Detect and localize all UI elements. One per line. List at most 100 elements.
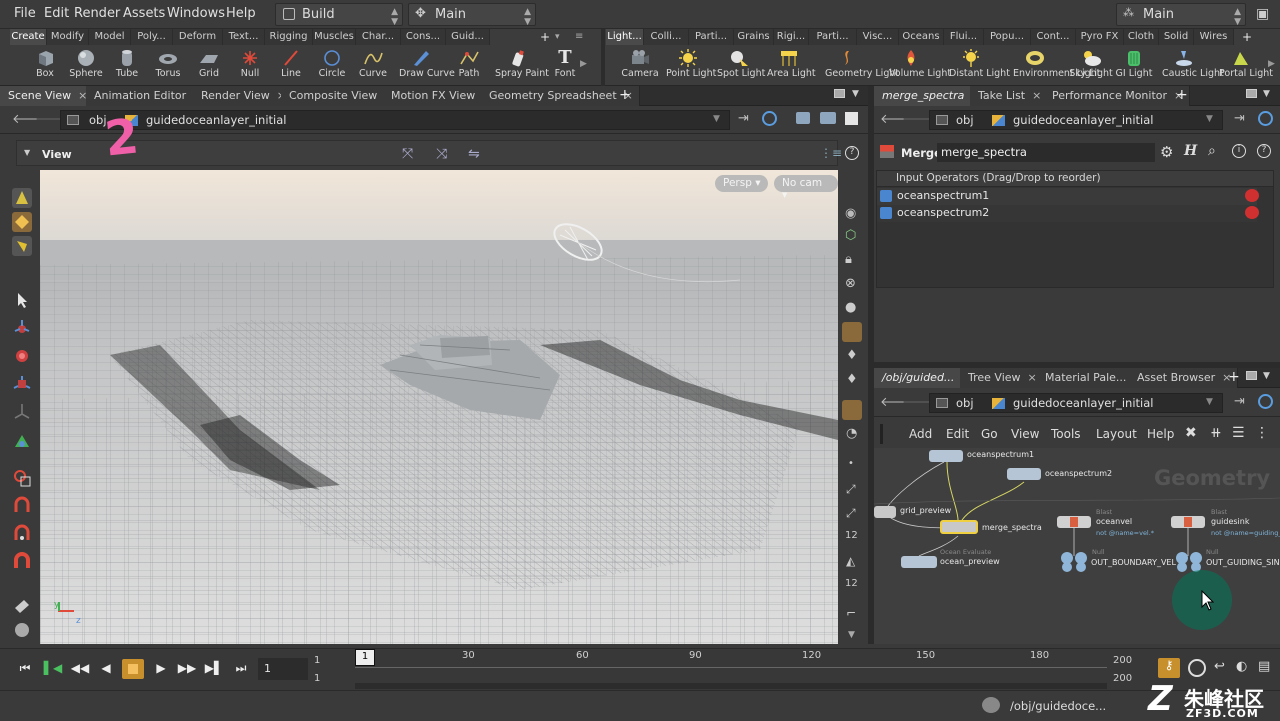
pose-handle-icon[interactable]: [12, 432, 32, 452]
loop-icon[interactable]: ↩: [1214, 659, 1225, 674]
volume-light-tool[interactable]: Volume Light: [889, 47, 951, 85]
gi-light-tool[interactable]: GI Light: [1112, 47, 1156, 85]
shelf-tab-text[interactable]: Text...: [223, 29, 265, 45]
view-menu[interactable]: View: [42, 148, 72, 161]
prev-key-button[interactable]: ◀◀: [69, 659, 91, 679]
shelf-tab-flui[interactable]: Flui...: [944, 29, 984, 45]
point-display-icon[interactable]: •: [848, 458, 854, 469]
chevron-down-icon[interactable]: ▼: [1263, 89, 1270, 99]
tab-geometry-spreadsheet[interactable]: Geometry Spreadsheet ×: [481, 86, 640, 106]
prim-normal-icon[interactable]: ⤢: [846, 506, 856, 521]
settings-icon[interactable]: ▤: [1258, 659, 1270, 674]
chevron-down-icon[interactable]: ▼: [1206, 397, 1213, 407]
move-tool-icon[interactable]: [12, 318, 32, 338]
shelf-tab-colli[interactable]: Colli...: [644, 29, 689, 45]
menu-render[interactable]: Render: [74, 6, 120, 21]
path-node[interactable]: guidedoceanlayer_initial: [1013, 396, 1153, 410]
shelf-tab-deform[interactable]: Deform: [173, 29, 223, 45]
play-button[interactable]: ▶: [150, 659, 172, 679]
lighting-icon[interactable]: [842, 322, 862, 342]
sphere-tool[interactable]: Sphere: [64, 47, 108, 85]
menu-help[interactable]: Help: [1147, 427, 1174, 441]
global-end[interactable]: 200: [1113, 673, 1132, 684]
link-icon[interactable]: [1258, 394, 1273, 409]
shading-icon[interactable]: [842, 400, 862, 420]
light-bulb-icon[interactable]: ♦: [846, 348, 858, 363]
null-tool[interactable]: Null: [228, 47, 272, 85]
link-icon[interactable]: [1258, 111, 1273, 126]
select-brush-icon[interactable]: [12, 188, 32, 208]
help-icon[interactable]: ?: [845, 146, 859, 160]
line-tool[interactable]: Line: [269, 47, 313, 85]
wrench-icon[interactable]: ✖: [1185, 425, 1197, 441]
path-node[interactable]: guidedoceanlayer_initial: [1013, 113, 1153, 127]
jump-start-button[interactable]: ⏮: [14, 659, 36, 679]
spray-paint-tool[interactable]: Spray Paint: [495, 47, 549, 85]
cube-icon[interactable]: [796, 112, 810, 124]
menu-add[interactable]: Add: [909, 427, 932, 441]
snap-prim-icon[interactable]: [12, 496, 32, 516]
circle-tool[interactable]: Circle: [310, 47, 354, 85]
chevron-down-icon[interactable]: ▼: [1263, 371, 1270, 381]
timeline-track[interactable]: [355, 667, 1107, 668]
jump-end-button[interactable]: ⏭: [230, 659, 252, 679]
shelf-tab-cloth[interactable]: Cloth: [1124, 29, 1159, 45]
range-slider[interactable]: [355, 683, 1107, 689]
menu-layout[interactable]: Layout: [1096, 427, 1137, 441]
background-icon[interactable]: [845, 112, 858, 125]
shelf-tab-cont[interactable]: Cont...: [1031, 29, 1076, 45]
help-icon[interactable]: ?: [1257, 144, 1271, 158]
play-reverse-button[interactable]: ◀: [95, 659, 117, 679]
node-out-guiding-sink[interactable]: [1175, 552, 1203, 572]
point-light-tool[interactable]: Point Light: [666, 47, 716, 85]
camera-menu[interactable]: No cam ▾: [774, 175, 838, 201]
ghost-icon[interactable]: ⬡: [845, 228, 856, 243]
remove-input-icon[interactable]: [1245, 189, 1259, 202]
node-oceanvel[interactable]: [1057, 516, 1091, 528]
node-name-field[interactable]: merge_spectra: [937, 143, 1155, 162]
menu-edit[interactable]: Edit: [946, 427, 969, 441]
snap-magnet-icon[interactable]: [12, 552, 32, 572]
add-tab-icon[interactable]: +: [1176, 87, 1188, 103]
shelf-tab-lights[interactable]: Light...: [606, 29, 644, 45]
path-field[interactable]: obj guidedoceanlayer_initial ▼: [60, 110, 730, 130]
render-icon[interactable]: ◔: [846, 426, 857, 441]
gear-icon[interactable]: ⚙: [1160, 143, 1173, 161]
shelf-tab-visc[interactable]: Visc...: [857, 29, 899, 45]
tab-performance-monitor[interactable]: Performance Monitor ×: [1044, 86, 1191, 106]
path-tool[interactable]: Path: [447, 47, 491, 85]
shelf-tab-popu[interactable]: Popu...: [984, 29, 1031, 45]
draw-curve-tool[interactable]: Draw Curve: [399, 47, 455, 85]
tab-tree-view[interactable]: Tree View ×: [960, 368, 1044, 388]
node-oceanspectrum1[interactable]: [929, 450, 963, 462]
shelf-tab-cons[interactable]: Cons...: [401, 29, 446, 45]
box-tool[interactable]: Box: [23, 47, 67, 85]
shelf-tab-model[interactable]: Model: [89, 29, 131, 45]
chat-icon[interactable]: [982, 697, 1000, 713]
chevron-down-icon[interactable]: ▼: [24, 148, 30, 157]
maximize-icon[interactable]: [834, 89, 845, 98]
portal-light-tool[interactable]: Portal Light: [1219, 47, 1273, 85]
pin-icon[interactable]: ⇥: [1234, 394, 1245, 409]
scale-tool-icon[interactable]: [12, 374, 32, 394]
handle-tool-icon[interactable]: [12, 212, 32, 232]
chevron-down-icon[interactable]: ▾: [555, 32, 560, 42]
menu-assets[interactable]: Assets: [123, 6, 165, 21]
sphere-display-icon[interactable]: ●: [845, 300, 856, 315]
camera-dolly-icon[interactable]: ⇋: [468, 146, 480, 162]
menu-icon[interactable]: ≡: [575, 31, 583, 42]
chevron-down-icon[interactable]: ▼: [713, 114, 720, 124]
network-editor[interactable]: Geometry oceanspectrum1 oceanspectrum2 g…: [874, 448, 1280, 644]
key-icon[interactable]: ⚷: [1158, 658, 1180, 678]
camera-tumble-icon[interactable]: ⤧: [402, 146, 413, 162]
tab-take-list[interactable]: Take List ×: [970, 86, 1049, 106]
lock-icon[interactable]: ▣: [1256, 6, 1269, 22]
remove-input-icon[interactable]: [1245, 206, 1259, 219]
node-merge-spectra[interactable]: [940, 520, 978, 534]
frame-field[interactable]: 1: [258, 658, 308, 680]
shelf-tab-muscles[interactable]: Muscles: [313, 29, 356, 45]
distant-light-tool[interactable]: Distant Light: [949, 47, 1010, 85]
shelf-tab-pyrofx[interactable]: Pyro FX: [1076, 29, 1124, 45]
menu-go[interactable]: Go: [981, 427, 998, 441]
path-root[interactable]: obj: [956, 113, 974, 127]
